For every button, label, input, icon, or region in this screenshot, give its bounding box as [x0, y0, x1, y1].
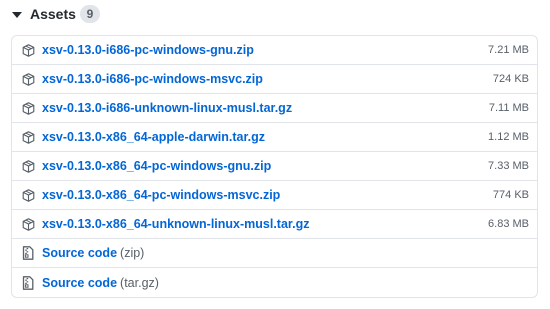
source-row: Source code (tar.gz) [12, 268, 537, 297]
package-icon [21, 43, 35, 57]
asset-row: xsv-0.13.0-i686-pc-windows-msvc.zip 724 … [12, 65, 537, 94]
asset-download-link[interactable]: xsv-0.13.0-x86_64-pc-windows-msvc.zip [42, 188, 280, 202]
package-icon [21, 72, 35, 86]
asset-size: 7.33 MB [488, 160, 529, 172]
asset-size: 7.21 MB [488, 44, 529, 56]
asset-size: 774 KB [492, 189, 529, 201]
asset-size: 724 KB [492, 73, 529, 85]
caret-down-icon[interactable] [12, 11, 22, 18]
source-code-format: (zip) [120, 246, 145, 260]
asset-row: xsv-0.13.0-x86_64-unknown-linux-musl.tar… [12, 210, 537, 239]
asset-row: xsv-0.13.0-x86_64-pc-windows-msvc.zip 77… [12, 181, 537, 210]
asset-size: 7.11 MB [488, 102, 529, 114]
file-zip-icon [21, 275, 35, 290]
file-zip-icon [21, 246, 35, 260]
asset-row: xsv-0.13.0-i686-unknown-linux-musl.tar.g… [12, 94, 537, 123]
source-code-label: Source code [42, 246, 118, 260]
package-icon [21, 188, 35, 202]
package-icon [21, 217, 35, 231]
assets-title: Assets [30, 6, 76, 22]
assets-header[interactable]: Assets 9 [12, 4, 100, 24]
source-row: Source code (zip) [12, 239, 537, 268]
asset-row: xsv-0.13.0-x86_64-pc-windows-gnu.zip 7.3… [12, 152, 537, 181]
package-icon [21, 130, 35, 144]
source-code-format: (tar.gz) [120, 275, 159, 290]
asset-download-link[interactable]: xsv-0.13.0-x86_64-unknown-linux-musl.tar… [42, 217, 309, 231]
assets-count-badge: 9 [79, 5, 100, 23]
asset-row: xsv-0.13.0-i686-pc-windows-gnu.zip 7.21 … [12, 36, 537, 65]
source-code-zip-link[interactable]: Source code (zip) [42, 246, 144, 260]
asset-download-link[interactable]: xsv-0.13.0-i686-pc-windows-gnu.zip [42, 43, 254, 57]
asset-list: xsv-0.13.0-i686-pc-windows-gnu.zip 7.21 … [11, 35, 538, 298]
asset-size: 6.83 MB [488, 218, 529, 230]
source-code-label: Source code [42, 275, 118, 290]
asset-download-link[interactable]: xsv-0.13.0-i686-unknown-linux-musl.tar.g… [42, 101, 292, 115]
asset-download-link[interactable]: xsv-0.13.0-x86_64-pc-windows-gnu.zip [42, 159, 271, 173]
asset-download-link[interactable]: xsv-0.13.0-x86_64-apple-darwin.tar.gz [42, 130, 265, 144]
asset-download-link[interactable]: xsv-0.13.0-i686-pc-windows-msvc.zip [42, 72, 263, 86]
asset-row: xsv-0.13.0-x86_64-apple-darwin.tar.gz 1.… [12, 123, 537, 152]
source-code-targz-link[interactable]: Source code (tar.gz) [42, 276, 159, 290]
asset-size: 1.12 MB [488, 131, 529, 143]
package-icon [21, 159, 35, 173]
package-icon [21, 101, 35, 115]
